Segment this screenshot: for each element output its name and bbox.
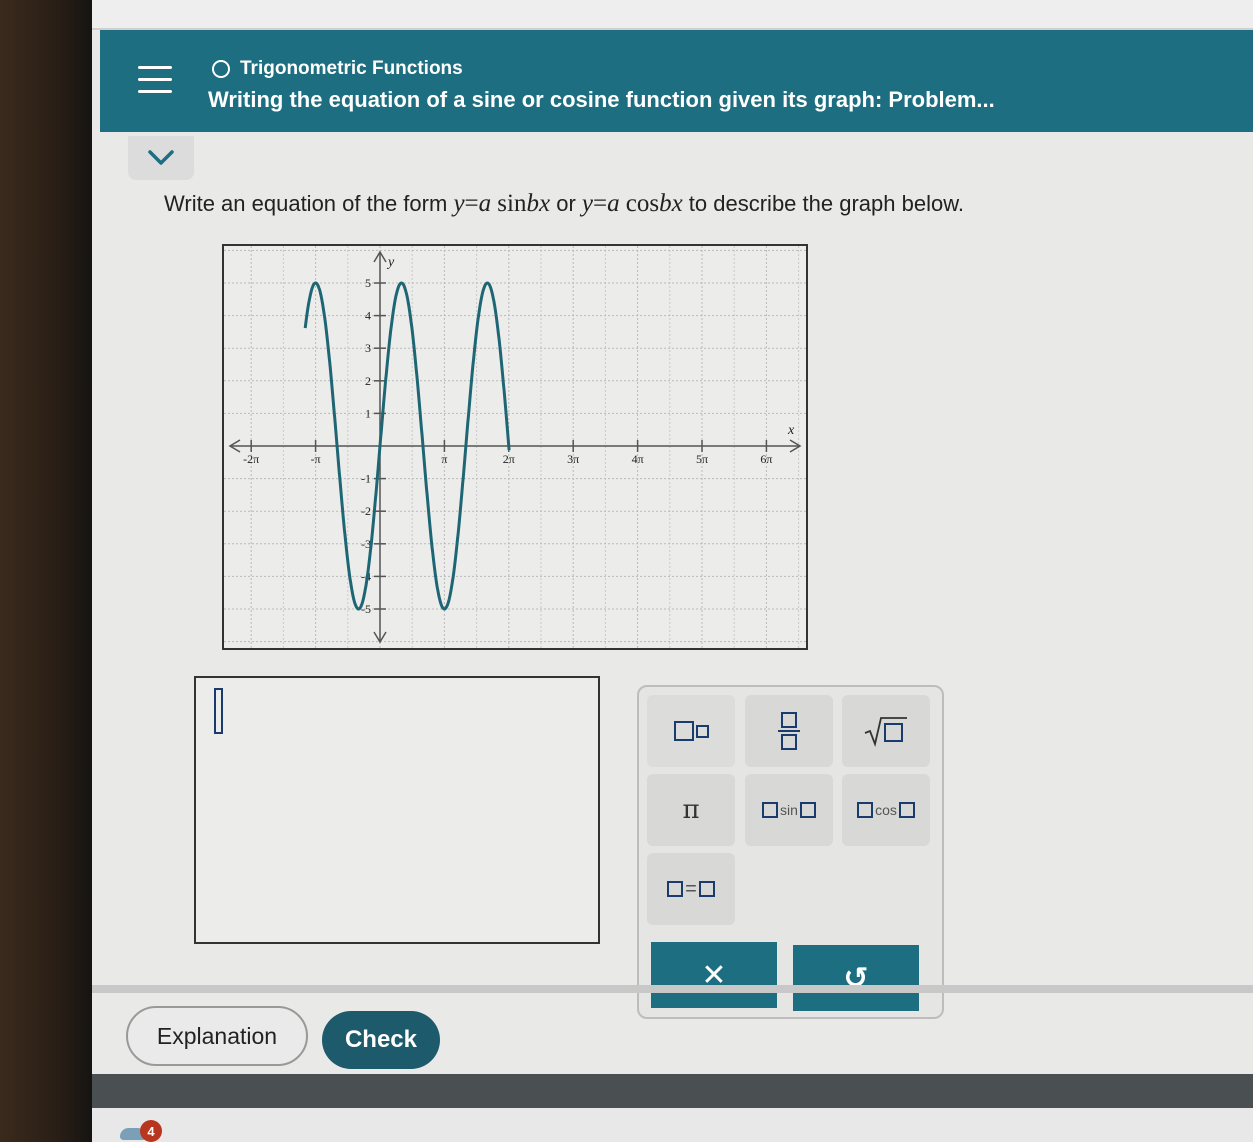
math-y: y	[453, 190, 465, 217]
x-tick-label: -π	[311, 452, 321, 466]
math-a: a	[607, 190, 620, 217]
math-keypad: π sin cos = ✕ ↺	[637, 685, 944, 1019]
y-tick-label: -1	[361, 472, 371, 486]
chevron-down-icon	[148, 150, 174, 165]
answer-cursor	[214, 688, 223, 734]
divider	[92, 985, 1253, 993]
instruction-or: or	[556, 191, 576, 216]
notification-badge: 4	[140, 1120, 162, 1142]
math-sin: sin	[497, 190, 527, 217]
y-tick-label: 5	[365, 276, 371, 290]
undo-button[interactable]: ↺	[793, 945, 919, 1011]
math-equals: =	[464, 190, 479, 217]
math-a: a	[478, 190, 492, 217]
pi-symbol: π	[682, 795, 700, 825]
y-tick-label: -2	[361, 504, 371, 518]
sin-label: sin	[780, 802, 798, 818]
instruction-tail: to describe the graph below.	[688, 191, 964, 216]
math-y: y	[581, 190, 593, 217]
y-tick-label: 1	[365, 406, 371, 420]
clear-button[interactable]: ✕	[651, 942, 777, 1008]
x-tick-label: 2π	[503, 452, 515, 466]
screen: Trigonometric Functions Writing the equa…	[92, 0, 1253, 1142]
browser-top-strip	[92, 0, 1253, 30]
y-tick-label: 4	[365, 309, 371, 323]
x-tick-label: 4π	[632, 452, 644, 466]
hamburger-menu-icon[interactable]	[138, 66, 172, 94]
sine-graph: -2π -π π 2π 3π 4π 5π 6π 5 4 3 2 1 -1 -2 -3 -4 -5 x y	[186, 244, 864, 650]
monitor-bezel	[0, 0, 100, 1142]
square-root-key[interactable]	[842, 695, 930, 767]
y-tick-label: 2	[365, 374, 371, 388]
graph-svg: -2π -π π 2π 3π 4π 5π 6π54321-1-2-3-4-5xy	[186, 246, 864, 648]
y-axis-label: y	[386, 255, 395, 270]
problem-title: Writing the equation of a sine or cosine…	[208, 87, 995, 112]
instruction-text: Write an equation of the form y=a sinbx …	[164, 190, 964, 218]
answer-input[interactable]	[194, 676, 600, 944]
equals-label: =	[685, 877, 697, 900]
cos-label: cos	[875, 802, 897, 818]
math-equals: =	[593, 190, 608, 217]
collapse-button[interactable]	[128, 136, 194, 180]
exponent-key[interactable]	[647, 695, 735, 767]
x-tick-label: -2π	[243, 452, 259, 466]
x-tick-label: 6π	[760, 452, 772, 466]
x-tick-label: 3π	[567, 452, 579, 466]
math-bx: bx	[526, 190, 551, 217]
square-root-icon	[864, 717, 907, 747]
math-cos: cos	[625, 190, 660, 217]
topic-title: Trigonometric Functions	[240, 58, 463, 79]
x-tick-label: 5π	[696, 452, 708, 466]
fraction-key[interactable]	[745, 695, 833, 767]
bottom-strip: 4	[92, 1108, 1253, 1142]
x-axis-label: x	[787, 423, 795, 438]
explanation-button[interactable]: Explanation	[126, 1006, 308, 1066]
sin-key[interactable]: sin	[745, 774, 833, 846]
equals-key[interactable]: =	[647, 853, 735, 925]
topic-status-icon	[212, 60, 230, 78]
check-button[interactable]: Check	[322, 1011, 440, 1069]
cos-key[interactable]: cos	[842, 774, 930, 846]
x-tick-label: π	[441, 452, 447, 466]
pi-key[interactable]: π	[647, 774, 735, 846]
instruction-lead: Write an equation of the form	[164, 191, 448, 216]
y-tick-label: 3	[365, 341, 371, 355]
lesson-header: Trigonometric Functions Writing the equa…	[100, 30, 1253, 132]
footer-bar	[92, 1074, 1253, 1108]
math-bx: bx	[659, 190, 683, 217]
